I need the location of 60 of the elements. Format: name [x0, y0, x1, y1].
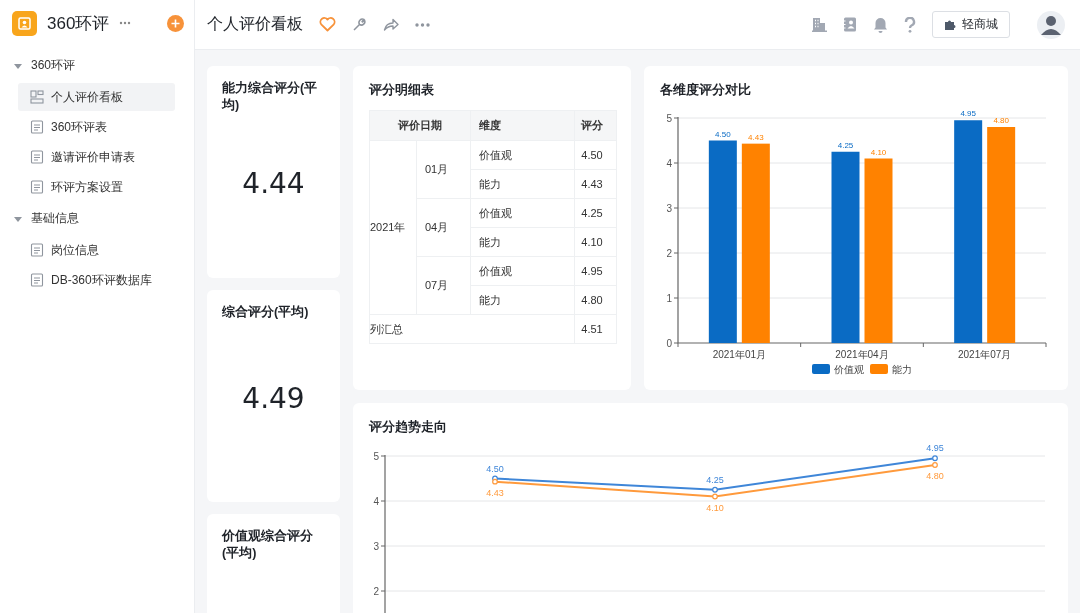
- data-label: 4.50: [715, 129, 731, 139]
- data-label: 4.43: [748, 132, 764, 142]
- data-label: 4.43: [486, 487, 504, 498]
- data-label: 4.25: [837, 140, 854, 150]
- table-cell: 01月: [416, 140, 471, 199]
- axis-label: 2021年07月: [958, 349, 1012, 360]
- table-cell: 4.10: [574, 227, 617, 257]
- axis-label: 2021年04月: [835, 349, 889, 360]
- axis-tick-label: 3: [373, 541, 379, 552]
- table-cell: 4.80: [574, 285, 617, 315]
- column-header: 维度: [470, 110, 575, 141]
- table-cell: 04月: [416, 198, 471, 257]
- data-label: 4.95: [960, 109, 976, 119]
- data-label: 4.80: [926, 471, 944, 481]
- table-cell: 07月: [416, 256, 471, 315]
- data-label: 4.50: [486, 463, 504, 474]
- card-title: 评分明细表: [368, 82, 435, 99]
- axis-tick-label: 3: [666, 203, 672, 214]
- legend-item: 价值观: [812, 364, 864, 375]
- table-cell: 能力: [470, 285, 575, 315]
- stat-value: 4.49: [241, 382, 306, 417]
- axis-tick-label: 4: [666, 158, 672, 169]
- column-header: 评价日期: [369, 110, 471, 141]
- axis-tick-label: 1: [666, 293, 672, 304]
- card-title: 各维度评分对比: [659, 81, 752, 99]
- axis-tick-label: 5: [666, 113, 672, 124]
- data-label: 4.25: [706, 474, 724, 485]
- table-cell: 能力: [470, 227, 575, 257]
- card-title: 评分趋势走向: [368, 419, 448, 436]
- stat-title: 能力综合评分(平均): [222, 80, 319, 114]
- axis-tick-label: 5: [373, 451, 379, 462]
- data-label: 4.80: [993, 116, 1009, 125]
- axis-label: 2021年01月: [712, 349, 766, 360]
- axis-tick-label: 0: [666, 338, 672, 349]
- page-title: 个人评价看板: [207, 14, 303, 34]
- table-cell: 4.51: [574, 314, 617, 344]
- table-cell: 4.43: [574, 169, 617, 199]
- table-cell: 4.25: [574, 198, 617, 228]
- legend-item: 能力: [870, 364, 912, 375]
- data-label: 4.10: [706, 502, 724, 513]
- table-cell: 价值观: [470, 198, 575, 228]
- table-cell: 列汇总: [369, 314, 575, 344]
- legend-label: 能力: [892, 364, 912, 375]
- stat-value: 4.44: [241, 166, 306, 202]
- app-name: 360环评: [47, 12, 110, 35]
- axis-tick-label: 2: [666, 248, 672, 259]
- table-cell: 能力: [470, 169, 575, 199]
- axis-tick-label: 4: [373, 496, 379, 507]
- table-cell: 4.95: [574, 256, 617, 286]
- axis-tick-label: 2: [373, 586, 379, 597]
- table-cell: 价值观: [470, 256, 575, 286]
- column-header: 评分: [574, 110, 617, 141]
- table-cell: 价值观: [470, 140, 575, 170]
- table-cell: 2021年: [369, 140, 417, 315]
- data-label: 4.10: [870, 147, 887, 157]
- legend-label: 价值观: [833, 364, 864, 375]
- table-cell: 4.50: [574, 140, 617, 170]
- stat-title: 价值观综合评分(平均): [222, 528, 314, 562]
- data-label: 4.95: [926, 443, 944, 454]
- stat-title: 综合评分(平均): [222, 304, 310, 321]
